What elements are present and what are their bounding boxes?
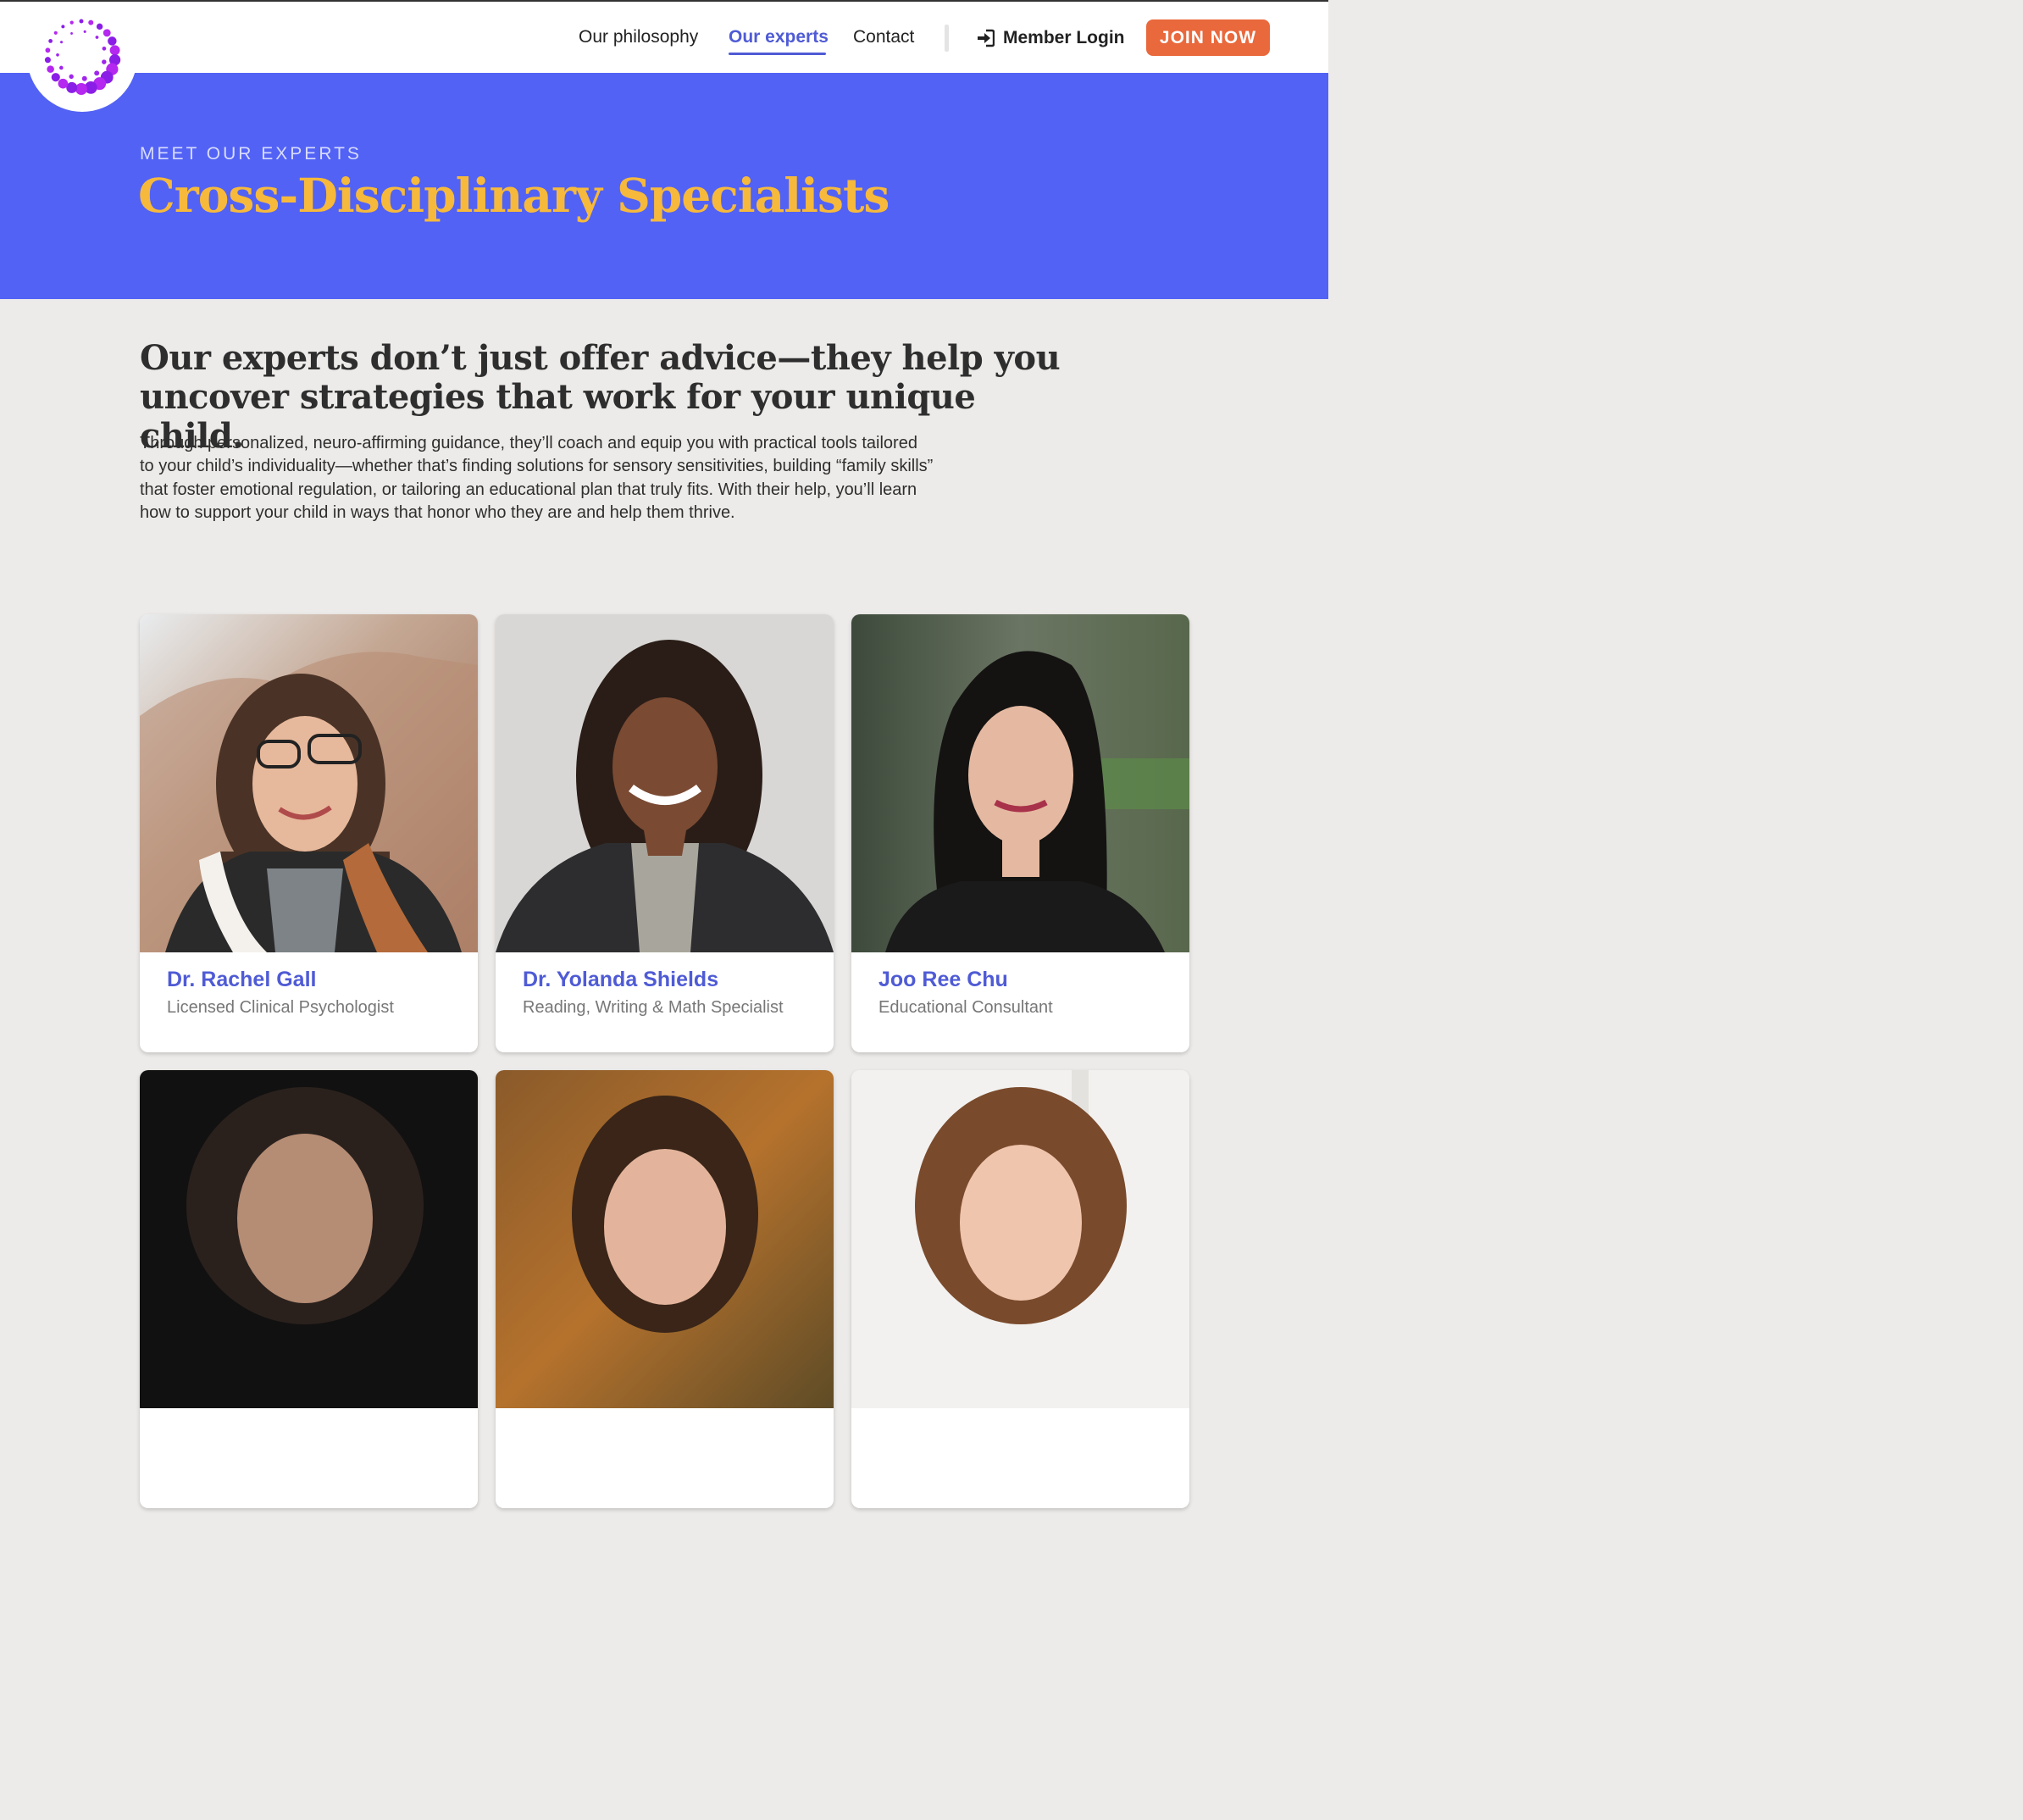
logo-dot [53,31,58,35]
logo-dot [70,32,73,35]
expert-photo [140,614,478,952]
nav-our-experts[interactable]: Our experts [729,27,829,47]
site-header: Our philosophy Our experts Contact Membe… [0,2,1328,73]
logo-dot [61,25,65,29]
expert-card[interactable] [140,1070,478,1508]
logo-dot [44,57,51,64]
logo-dot [51,73,60,82]
logo-dot [102,59,107,64]
expert-card[interactable] [496,1070,834,1508]
expert-photo [140,1070,478,1408]
logo-dot [102,46,107,51]
logo-dot [79,19,84,24]
expert-card[interactable]: Joo Ree Chu Educational Consultant [851,614,1189,1052]
logo-dot [94,70,100,76]
expert-card[interactable]: Dr. Yolanda Shields Reading, Writing & M… [496,614,834,1052]
expert-name: Dr. Rachel Gall [167,968,317,991]
logo-dot [56,53,59,57]
logo-dot [58,78,69,89]
nav-contact[interactable]: Contact [853,27,914,47]
logo-dot [96,23,103,31]
member-login-link[interactable]: Member Login [976,25,1125,51]
expert-card[interactable]: Dr. Rachel Gall Licensed Clinical Psycho… [140,614,478,1052]
dotted-circle-logo-icon [44,19,121,96]
expert-role: Educational Consultant [878,998,1053,1017]
page-title: Cross-Disciplinary Specialists [138,168,890,223]
nav-our-philosophy[interactable]: Our philosophy [579,27,698,47]
logo-dot [95,36,99,39]
hero-banner: MEET OUR EXPERTS Cross-Disciplinary Spec… [0,73,1328,299]
hero-eyebrow: MEET OUR EXPERTS [140,144,362,164]
logo[interactable] [27,2,137,112]
active-nav-indicator [729,53,826,55]
intro-paragraph: Through personalized, neuro-affirming gu… [140,434,934,523]
expert-photo [851,614,1189,952]
expert-name: Joo Ree Chu [878,968,1008,991]
logo-dot [83,30,86,33]
logo-dot [45,47,51,53]
expert-card[interactable] [851,1070,1189,1508]
sign-in-icon [976,29,995,47]
expert-name: Dr. Yolanda Shields [523,968,719,991]
logo-dot [59,65,64,70]
expert-role: Licensed Clinical Psychologist [167,998,394,1017]
member-login-label: Member Login [1003,28,1125,47]
logo-dot [48,38,53,43]
nav-divider [945,25,949,52]
logo-dot [88,19,94,25]
expert-photo [851,1070,1189,1408]
logo-dot [109,45,120,56]
logo-dot [47,65,54,73]
expert-photo [496,614,834,952]
logo-dot [108,36,117,46]
logo-dot [81,75,87,81]
logo-dot [75,82,88,96]
expert-photo [496,1070,834,1408]
logo-dot [69,20,74,25]
expert-role: Reading, Writing & Math Specialist [523,998,784,1017]
logo-dot [60,41,64,44]
logo-dot [103,29,111,37]
join-now-button[interactable]: JOIN NOW [1146,19,1270,56]
logo-dot [69,74,74,80]
